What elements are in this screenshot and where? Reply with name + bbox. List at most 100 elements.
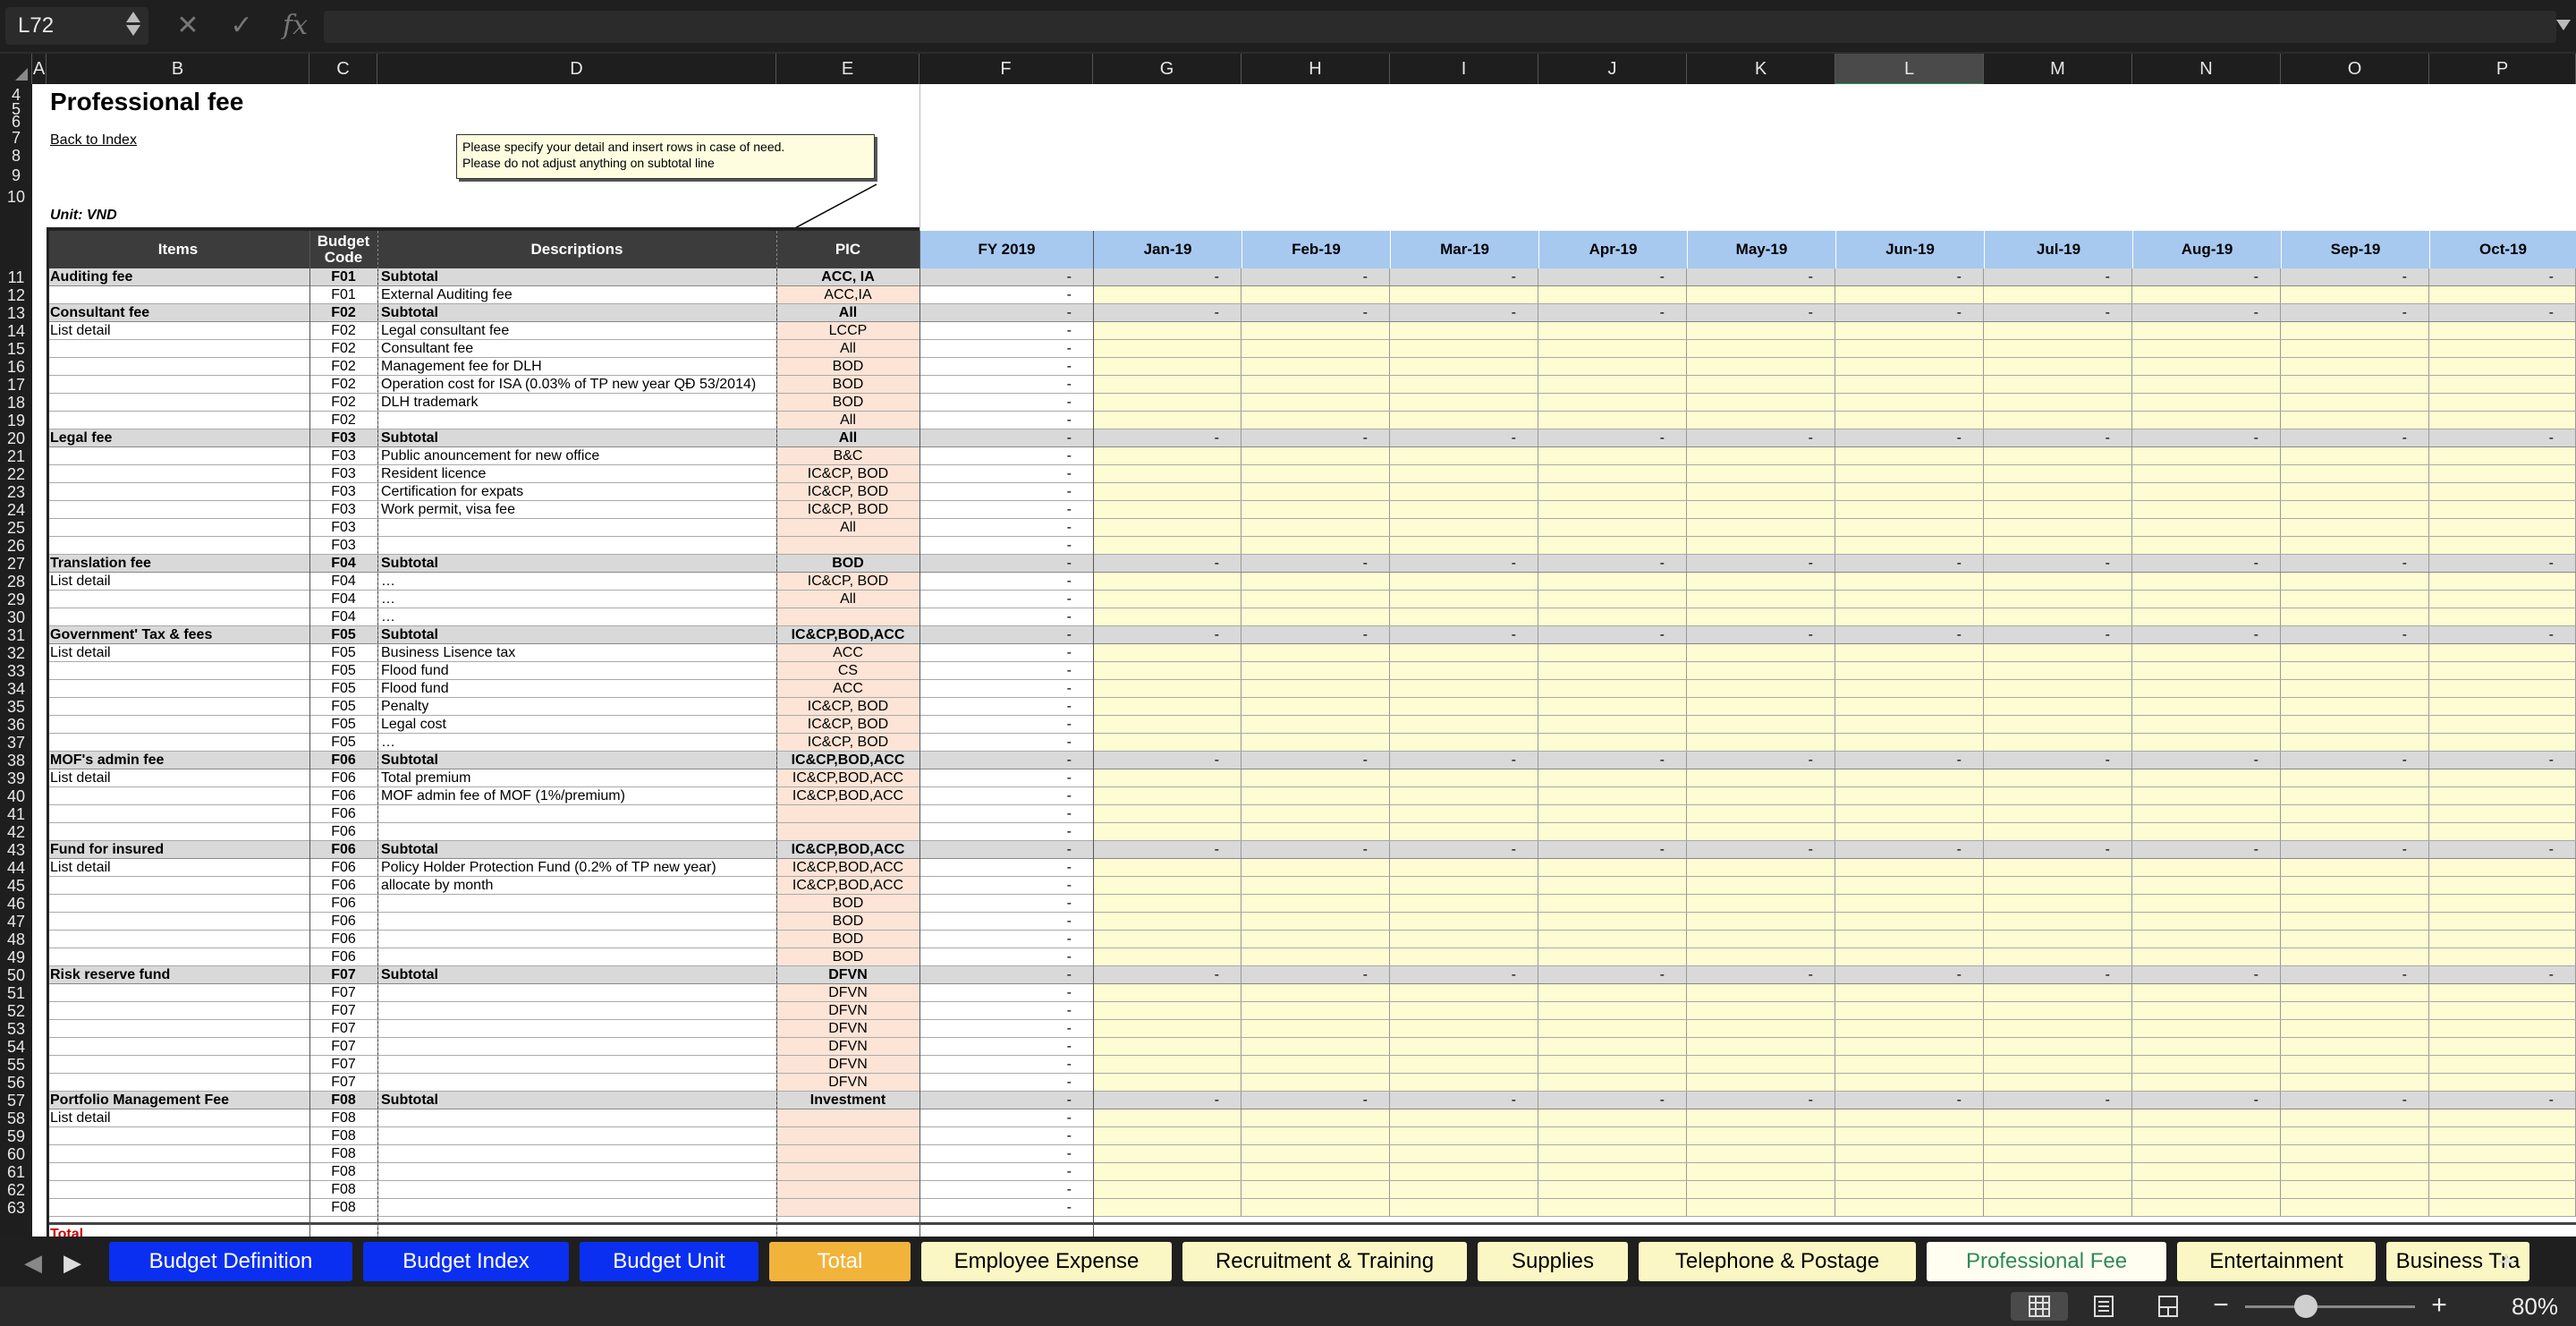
cell-budget-code[interactable]: F04 [309,608,377,626]
cell-month-value[interactable] [2132,608,2281,626]
cell-item[interactable]: Portfolio Management Fee [47,1092,309,1109]
cell-month-value[interactable] [1093,412,1241,429]
cell-month-value[interactable] [2132,1038,2281,1056]
row-header[interactable]: 11 [0,268,32,287]
cell-fy-total[interactable]: - [919,948,1093,966]
cell-month-value[interactable] [1984,322,2132,340]
cell-item[interactable] [47,537,309,555]
cell-month-value[interactable] [1538,1181,1687,1199]
row-header[interactable]: 41 [0,805,32,824]
row-header[interactable]: 10 [0,188,32,207]
cell-month-value[interactable] [2281,948,2429,966]
cell-fy-total[interactable]: - [919,304,1093,322]
cell-item[interactable] [47,1181,309,1199]
tab-scroll-left-icon[interactable]: ◀ [20,1249,47,1276]
row-header[interactable]: 35 [0,698,32,717]
cell-month-value[interactable] [1538,340,1687,358]
cell-month-value[interactable] [2281,716,2429,734]
cell-pic[interactable]: IC&CP,BOD,ACC [776,787,919,805]
cell-fy-total[interactable]: - [919,680,1093,698]
cell-description[interactable]: Flood fund [377,662,776,680]
cell-item[interactable]: Risk reserve fund [47,966,309,984]
cell-month-value[interactable] [1687,412,1835,429]
cell-fy-total[interactable]: - [919,429,1093,447]
cell-month-value[interactable] [2281,698,2429,716]
cell-month-value[interactable] [1984,1020,2132,1038]
tab-telephone-postage[interactable]: Telephone & Postage [1639,1242,1916,1281]
cell-month-value[interactable] [2132,412,2281,429]
cell-month-value[interactable] [2429,1109,2576,1127]
cell-fy-total[interactable]: - [919,966,1093,984]
cell-month-value[interactable] [1390,1038,1538,1056]
cell-month-value[interactable] [2281,340,2429,358]
cell-month-value[interactable]: - [1538,626,1687,644]
cell-month-value[interactable]: - [1835,1092,1984,1109]
cell-month-value[interactable]: - [2281,555,2429,573]
cell-month-value[interactable] [1835,447,1984,465]
cell-month-value[interactable]: - [1241,966,1390,984]
cell-month-value[interactable] [1241,376,1390,394]
cell-fy-total[interactable]: - [919,501,1093,519]
cell-month-value[interactable] [1538,1127,1687,1145]
cell-description[interactable] [377,1038,776,1056]
cell-pic[interactable]: DFVN [776,984,919,1002]
cell-month-value[interactable] [1687,1038,1835,1056]
cell-month-value[interactable]: - [2132,966,2281,984]
cell-month-value[interactable] [1538,716,1687,734]
tab-budget-definition[interactable]: Budget Definition [109,1242,352,1281]
cell-month-value[interactable] [2132,1020,2281,1038]
cell-month-value[interactable] [2132,1163,2281,1181]
cell-month-value[interactable] [1093,591,1241,608]
cell-month-value[interactable]: - [2281,429,2429,447]
cell-month-value[interactable] [1241,859,1390,877]
cell-month-value[interactable]: - [2429,752,2576,769]
cell-month-value[interactable] [1241,662,1390,680]
column-header-f[interactable]: F [919,54,1093,84]
cell-month-value[interactable] [1093,1127,1241,1145]
cell-month-value[interactable] [2281,447,2429,465]
cell-month-value[interactable]: - [1093,268,1241,286]
cell-month-value[interactable] [2429,286,2576,304]
cell-budget-code[interactable]: F08 [309,1127,377,1145]
cell-month-value[interactable]: - [1093,752,1241,769]
cell-pic[interactable] [776,1109,919,1127]
row-header[interactable]: 12 [0,286,32,305]
row-header[interactable]: 25 [0,519,32,538]
cell-item[interactable]: List detail [47,573,309,591]
cell-month-value[interactable] [2429,340,2576,358]
cell-month-value[interactable] [1241,931,1390,948]
cell-month-value[interactable]: - [1687,555,1835,573]
cell-fy-total[interactable]: - [919,859,1093,877]
cell-month-value[interactable] [2429,913,2576,931]
cell-description[interactable]: Legal cost [377,716,776,734]
cell-pic[interactable]: IC&CP, BOD [776,734,919,752]
cell-month-value[interactable] [1093,913,1241,931]
cell-pic[interactable] [776,1127,919,1145]
cell-description[interactable]: Management fee for DLH [377,358,776,376]
cell-month-value[interactable] [2429,447,2576,465]
cell-budget-code[interactable]: F02 [309,376,377,394]
cell-description[interactable]: Work permit, visa fee [377,501,776,519]
cell-month-value[interactable] [2281,734,2429,752]
cell-pic[interactable]: All [776,429,919,447]
cell-month-value[interactable]: - [1984,555,2132,573]
cell-description[interactable]: Subtotal [377,841,776,859]
column-header-d[interactable]: D [377,54,776,84]
cell-month-value[interactable] [1390,483,1538,501]
cancel-icon[interactable]: ✕ [170,9,206,43]
cell-month-value[interactable] [2281,877,2429,895]
cell-month-value[interactable] [1835,716,1984,734]
tab-supplies[interactable]: Supplies [1478,1242,1628,1281]
cell-description[interactable]: Public anouncement for new office [377,447,776,465]
column-header-g[interactable]: G [1093,54,1241,84]
cell-month-value[interactable]: - [2281,1092,2429,1109]
cell-description[interactable]: Legal consultant fee [377,322,776,340]
cell-month-value[interactable] [1538,358,1687,376]
cell-month-value[interactable] [1390,1074,1538,1092]
row-header[interactable]: 61 [0,1163,32,1182]
cell-month-value[interactable]: - [1538,966,1687,984]
cell-pic[interactable]: All [776,591,919,608]
cell-month-value[interactable] [1390,573,1538,591]
cell-budget-code[interactable]: F05 [309,662,377,680]
cell-month-value[interactable] [1984,591,2132,608]
